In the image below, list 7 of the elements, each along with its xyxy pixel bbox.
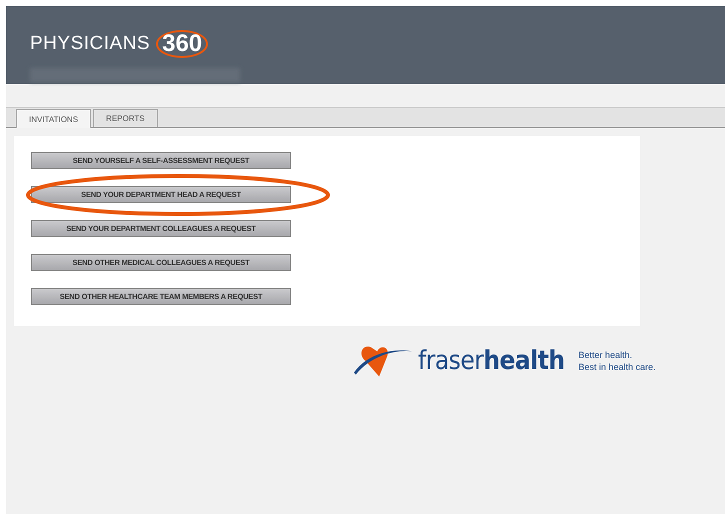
app-title: PHYSICIANS [30,33,150,55]
tab[interactable]: INVITATIONS [16,109,92,128]
app-title-number: 360 [156,30,208,58]
tab[interactable]: REPORTS [93,109,158,127]
brand-name: fraserhealth [418,346,565,376]
tagline: Better health. [578,349,634,361]
tagline: Best in health care. [578,361,656,373]
